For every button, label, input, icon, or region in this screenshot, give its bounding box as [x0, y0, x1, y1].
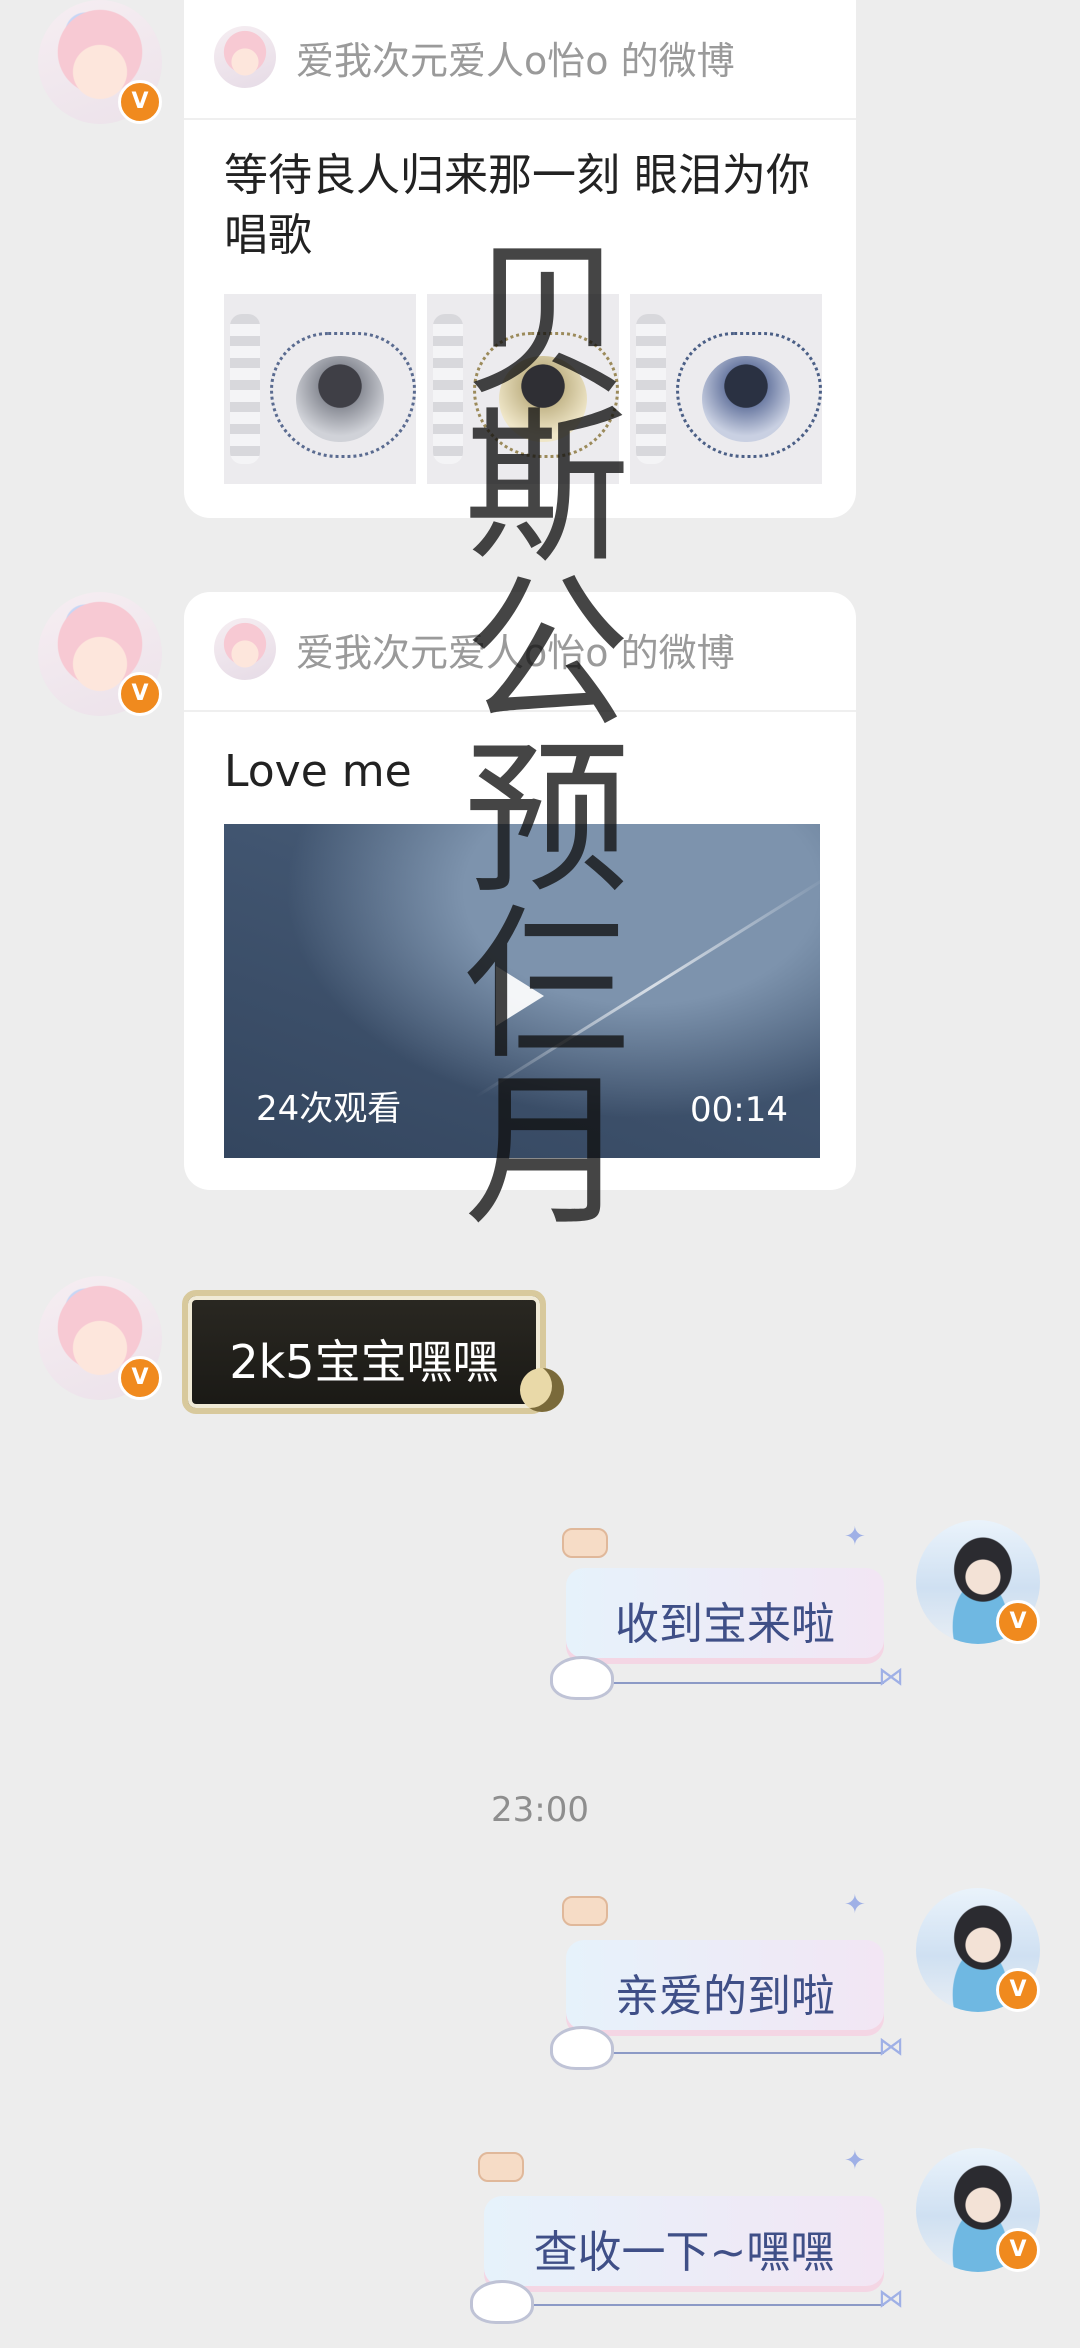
- message-text: 收到宝来啦: [615, 1599, 835, 1650]
- ghost-sticker-icon: [550, 1656, 614, 1700]
- message-text: 亲爱的到啦: [615, 1971, 835, 2022]
- post-image-3[interactable]: [630, 294, 822, 484]
- card-post-text: 等待良人归来那一刻 眼泪为你唱歌: [224, 150, 810, 261]
- bunny-sticker-icon: [562, 1528, 608, 1558]
- star-decoration-icon: ✦: [844, 2146, 866, 2176]
- ribbon-bow-icon: ⋈: [878, 2032, 904, 2062]
- ghost-sticker-icon: [470, 2280, 534, 2324]
- message-bubble-right[interactable]: 亲爱的到啦: [566, 1940, 884, 2036]
- post-image-2[interactable]: [427, 294, 619, 484]
- video-player[interactable]: 24次观看 00:14: [224, 824, 820, 1158]
- timestamp: 23:00: [491, 1790, 589, 1830]
- ghost-sticker-icon: [550, 2026, 614, 2070]
- message-text: 查收一下~嘿嘿: [533, 2227, 835, 2278]
- message-bubble-left[interactable]: 2k5宝宝嘿嘿: [182, 1290, 546, 1414]
- message-bubble-right[interactable]: 查收一下~嘿嘿: [484, 2196, 884, 2292]
- verified-badge-icon: V: [118, 672, 162, 716]
- message-text: 2k5宝宝嘿嘿: [229, 1335, 499, 1389]
- video-view-count: 24次观看: [256, 1089, 402, 1129]
- card-header: 爱我次元爱人o怡o 的微博: [184, 0, 856, 120]
- bunny-sticker-icon: [478, 2152, 524, 2182]
- card-post-text: Love me: [224, 746, 412, 797]
- verified-badge-icon: V: [118, 80, 162, 124]
- verified-badge-icon: V: [996, 1600, 1040, 1644]
- moon-decoration-icon: [520, 1368, 564, 1412]
- ribbon-line: [612, 2052, 884, 2054]
- verified-badge-icon: V: [996, 2228, 1040, 2272]
- source-avatar: [214, 26, 276, 88]
- card-source-label: 爱我次元爱人o怡o 的微博: [296, 631, 735, 675]
- bunny-sticker-icon: [562, 1896, 608, 1926]
- message-bubble-right[interactable]: 收到宝来啦: [566, 1568, 884, 1664]
- shared-post-card[interactable]: 爱我次元爱人o怡o 的微博 等待良人归来那一刻 眼泪为你唱歌: [184, 0, 856, 518]
- verified-badge-icon: V: [118, 1356, 162, 1400]
- star-decoration-icon: ✦: [844, 1890, 866, 1920]
- ribbon-line: [530, 2304, 884, 2306]
- star-decoration-icon: ✦: [844, 1522, 866, 1552]
- verified-badge-icon: V: [996, 1968, 1040, 2012]
- shared-video-card[interactable]: 爱我次元爱人o怡o 的微博 Love me 24次观看 00:14: [184, 592, 856, 1190]
- card-source-label: 爱我次元爱人o怡o 的微博: [296, 39, 735, 83]
- video-duration: 00:14: [690, 1090, 788, 1130]
- ribbon-bow-icon: ⋈: [878, 1662, 904, 1692]
- card-header: 爱我次元爱人o怡o 的微博: [184, 592, 856, 712]
- ribbon-line: [612, 1682, 884, 1684]
- play-icon[interactable]: [496, 966, 544, 1026]
- source-avatar: [214, 618, 276, 680]
- ribbon-bow-icon: ⋈: [878, 2284, 904, 2314]
- post-image-1[interactable]: [224, 294, 416, 484]
